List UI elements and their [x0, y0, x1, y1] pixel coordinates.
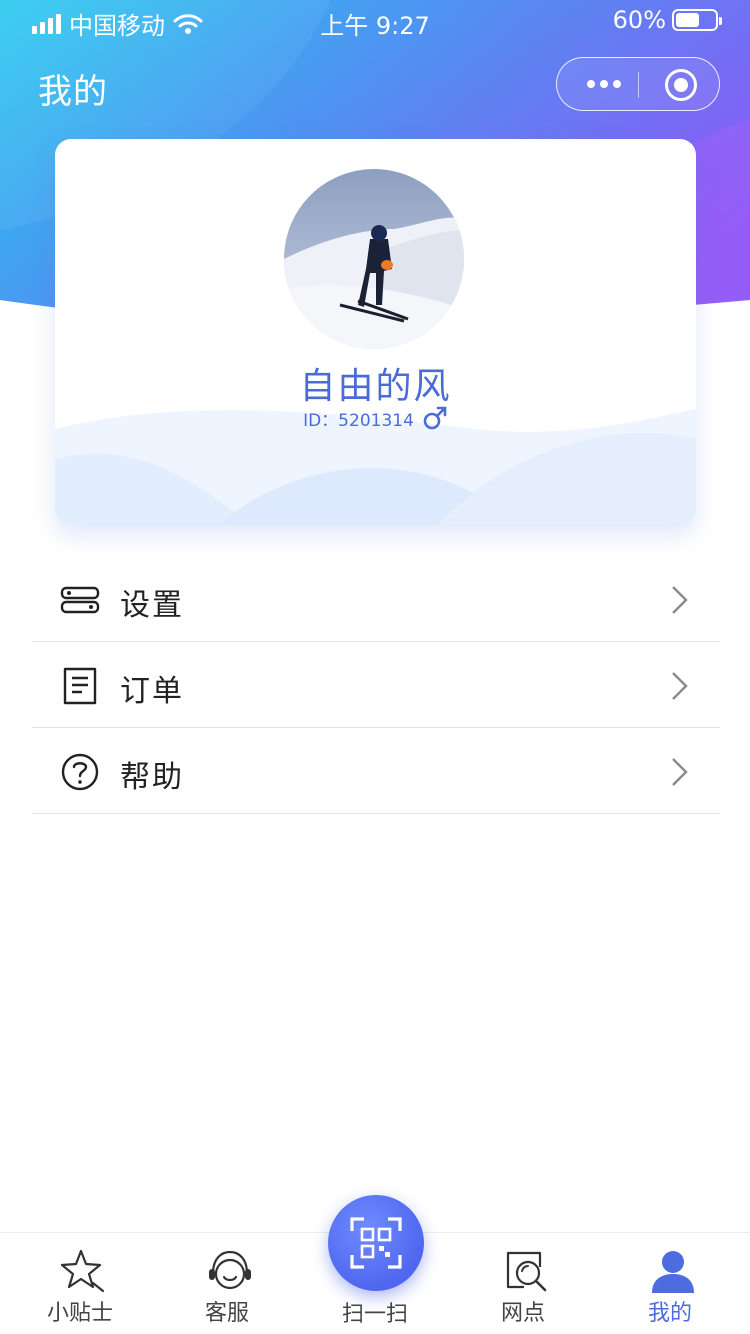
battery-fill	[676, 13, 699, 27]
order-document-icon	[63, 667, 97, 705]
menu-label-settings: 设置	[120, 588, 184, 623]
battery-icon	[672, 9, 722, 31]
nickname: 自由的风	[299, 366, 452, 407]
search-location-icon	[506, 1251, 547, 1292]
menu-item-orders[interactable]: 订单	[32, 642, 720, 728]
chevron-right-icon	[672, 672, 688, 700]
menu-label-help: 帮助	[120, 760, 184, 795]
scan-button[interactable]	[328, 1195, 424, 1291]
more-dots-icon[interactable]	[579, 58, 629, 110]
star-tips-icon	[60, 1249, 105, 1293]
user-id-row: ID：5201314	[55, 405, 696, 431]
menu-list: 设置 订单 帮助	[32, 556, 720, 814]
settings-icon	[60, 586, 100, 614]
chevron-right-icon	[672, 586, 688, 614]
status-bar: 中国移动 上午 9:27 60%	[0, 0, 750, 40]
menu-item-settings[interactable]: 设置	[32, 556, 720, 642]
tab-label-mine: 我的	[647, 1301, 692, 1326]
status-right: 60%	[612, 6, 722, 34]
battery-percent: 60%	[612, 6, 666, 34]
tab-label-scan: 扫一扫	[341, 1302, 408, 1327]
tab-outlets[interactable]: 网点	[448, 1233, 598, 1334]
headset-icon	[209, 1250, 251, 1290]
menu-item-help[interactable]: 帮助	[32, 728, 720, 814]
tab-label-tips: 小贴士	[46, 1301, 113, 1326]
chevron-right-icon	[672, 758, 688, 786]
close-target-icon[interactable]	[665, 69, 697, 101]
tab-customer-service[interactable]: 客服	[152, 1233, 302, 1334]
tab-mine[interactable]: 我的	[595, 1233, 745, 1334]
menu-label-orders: 订单	[120, 674, 184, 709]
help-circle-icon	[61, 753, 99, 791]
miniprogram-capsule	[556, 57, 720, 111]
tab-tips[interactable]: 小贴士	[5, 1233, 155, 1334]
capsule-divider	[638, 72, 639, 98]
page-title: 我的	[38, 72, 108, 112]
male-symbol-icon	[423, 406, 447, 430]
user-id: ID：5201314	[303, 410, 414, 431]
user-icon	[652, 1251, 694, 1293]
tab-label-outlets: 网点	[500, 1301, 545, 1326]
qr-scan-icon	[350, 1217, 402, 1269]
avatar[interactable]	[284, 169, 464, 349]
tab-label-customer-service: 客服	[204, 1301, 249, 1326]
profile-card: 自由的风 ID：5201314	[55, 139, 696, 525]
